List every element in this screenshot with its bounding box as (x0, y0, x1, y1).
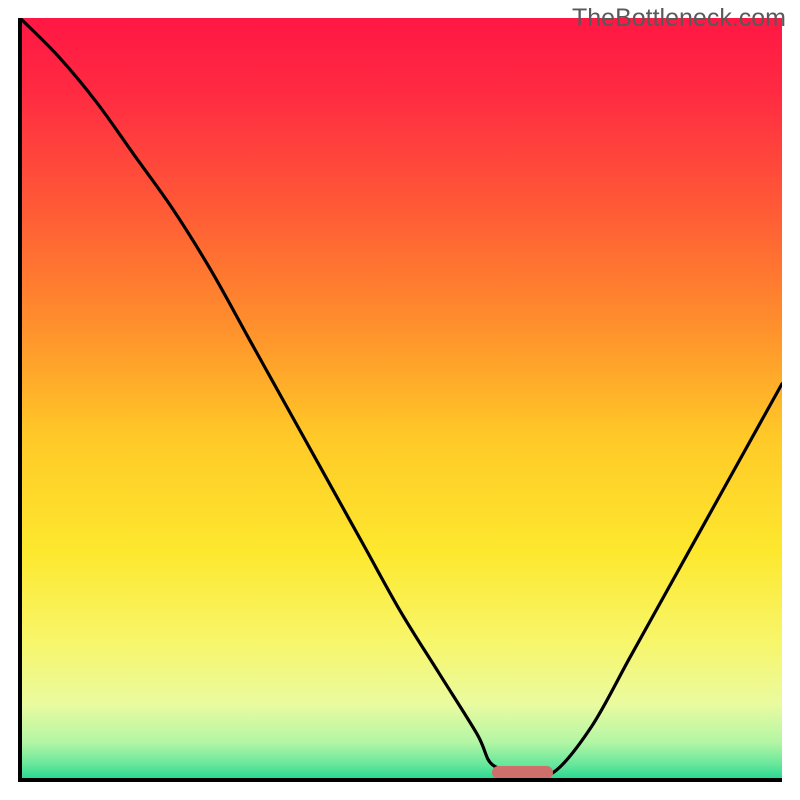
x-axis-line (18, 778, 782, 782)
y-axis-line (18, 18, 22, 782)
chart-container: TheBottleneck.com (0, 0, 800, 800)
watermark-text: TheBottleneck.com (572, 4, 786, 33)
bottleneck-curve (20, 18, 782, 780)
